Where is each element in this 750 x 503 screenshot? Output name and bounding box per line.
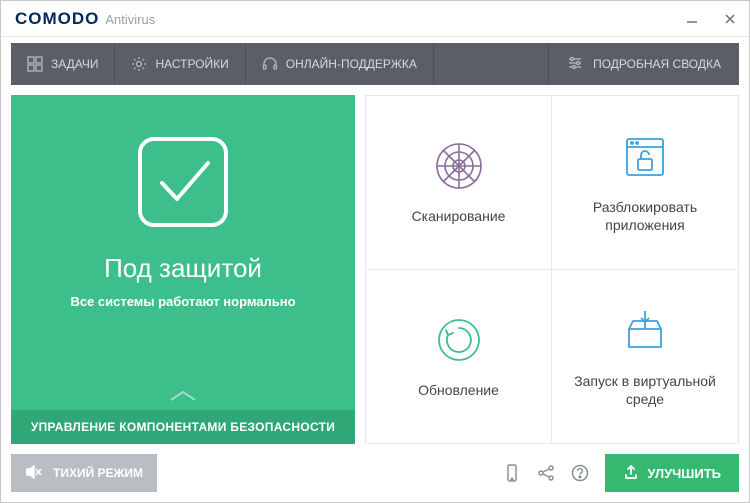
settings-button[interactable]: НАСТРОЙКИ [115,43,245,85]
unlock-label: Разблокировать приложения [564,198,726,234]
support-label: ОНЛАЙН-ПОДДЕРЖКА [286,57,417,71]
titlebar: COMODO Antivirus [1,1,749,37]
unlock-tile[interactable]: Разблокировать приложения [552,96,738,270]
bottombar-icons [495,454,597,492]
toolbar-spacer [434,43,548,85]
manage-components-button[interactable]: УПРАВЛЕНИЕ КОМПОНЕНТАМИ БЕЗОПАСНОСТИ [11,410,355,444]
settings-label: НАСТРОЙКИ [155,57,228,71]
brand-logo: COMODO [15,9,99,29]
sandbox-tile[interactable]: Запуск в виртуальной среде [552,270,738,444]
scan-tile[interactable]: Сканирование [366,96,552,270]
bottombar-spacer [165,454,487,492]
upload-icon [623,464,639,483]
unlock-icon [618,130,672,184]
status-check-icon [128,127,238,237]
summary-label: ПОДРОБНАЯ СВОДКА [593,57,721,71]
mute-icon [25,463,43,484]
bottombar: ТИХИЙ РЕЖИМ УЛУЧШИТЬ [11,454,739,492]
window-controls [683,10,739,28]
brand: COMODO Antivirus [15,9,155,29]
scan-label: Сканирование [412,207,506,225]
status-title: Под защитой [104,253,262,284]
status-panel: Под защитой Все системы работают нормаль… [11,95,355,444]
silent-mode-label: ТИХИЙ РЕЖИМ [53,466,143,480]
help-icon[interactable] [571,464,589,482]
box-download-icon [618,304,672,358]
grid-icon [27,56,43,72]
mobile-icon[interactable] [503,464,521,482]
radar-icon [432,139,486,193]
update-label: Обновление [418,381,499,399]
silent-mode-button[interactable]: ТИХИЙ РЕЖИМ [11,454,157,492]
sandbox-label: Запуск в виртуальной среде [564,372,726,408]
expand-handle[interactable] [163,388,203,410]
app-window: COMODO Antivirus ЗАДАЧИ НАСТРОЙКИ [0,0,750,503]
content-area: Под защитой Все системы работают нормаль… [1,85,749,454]
upgrade-label: УЛУЧШИТЬ [647,466,721,481]
tasks-button[interactable]: ЗАДАЧИ [11,43,115,85]
action-tiles: Сканирование Разблокировать приложения [365,95,739,444]
share-icon[interactable] [537,464,555,482]
support-button[interactable]: ОНЛАЙН-ПОДДЕРЖКА [246,43,434,85]
tasks-label: ЗАДАЧИ [51,57,98,71]
upgrade-button[interactable]: УЛУЧШИТЬ [605,454,739,492]
sliders-icon [567,55,583,74]
minimize-button[interactable] [683,10,701,28]
update-tile[interactable]: Обновление [366,270,552,444]
refresh-icon [432,313,486,367]
status-subtitle: Все системы работают нормально [70,294,295,309]
close-button[interactable] [721,10,739,28]
manage-components-label: УПРАВЛЕНИЕ КОМПОНЕНТАМИ БЕЗОПАСНОСТИ [31,420,335,434]
product-name: Antivirus [105,12,155,27]
toolbar: ЗАДАЧИ НАСТРОЙКИ ОНЛАЙН-ПОДДЕРЖКА ПОДРОБ… [11,43,739,85]
summary-button[interactable]: ПОДРОБНАЯ СВОДКА [548,43,739,85]
headset-icon [262,56,278,72]
chevron-up-icon [163,388,203,404]
gear-icon [131,56,147,72]
